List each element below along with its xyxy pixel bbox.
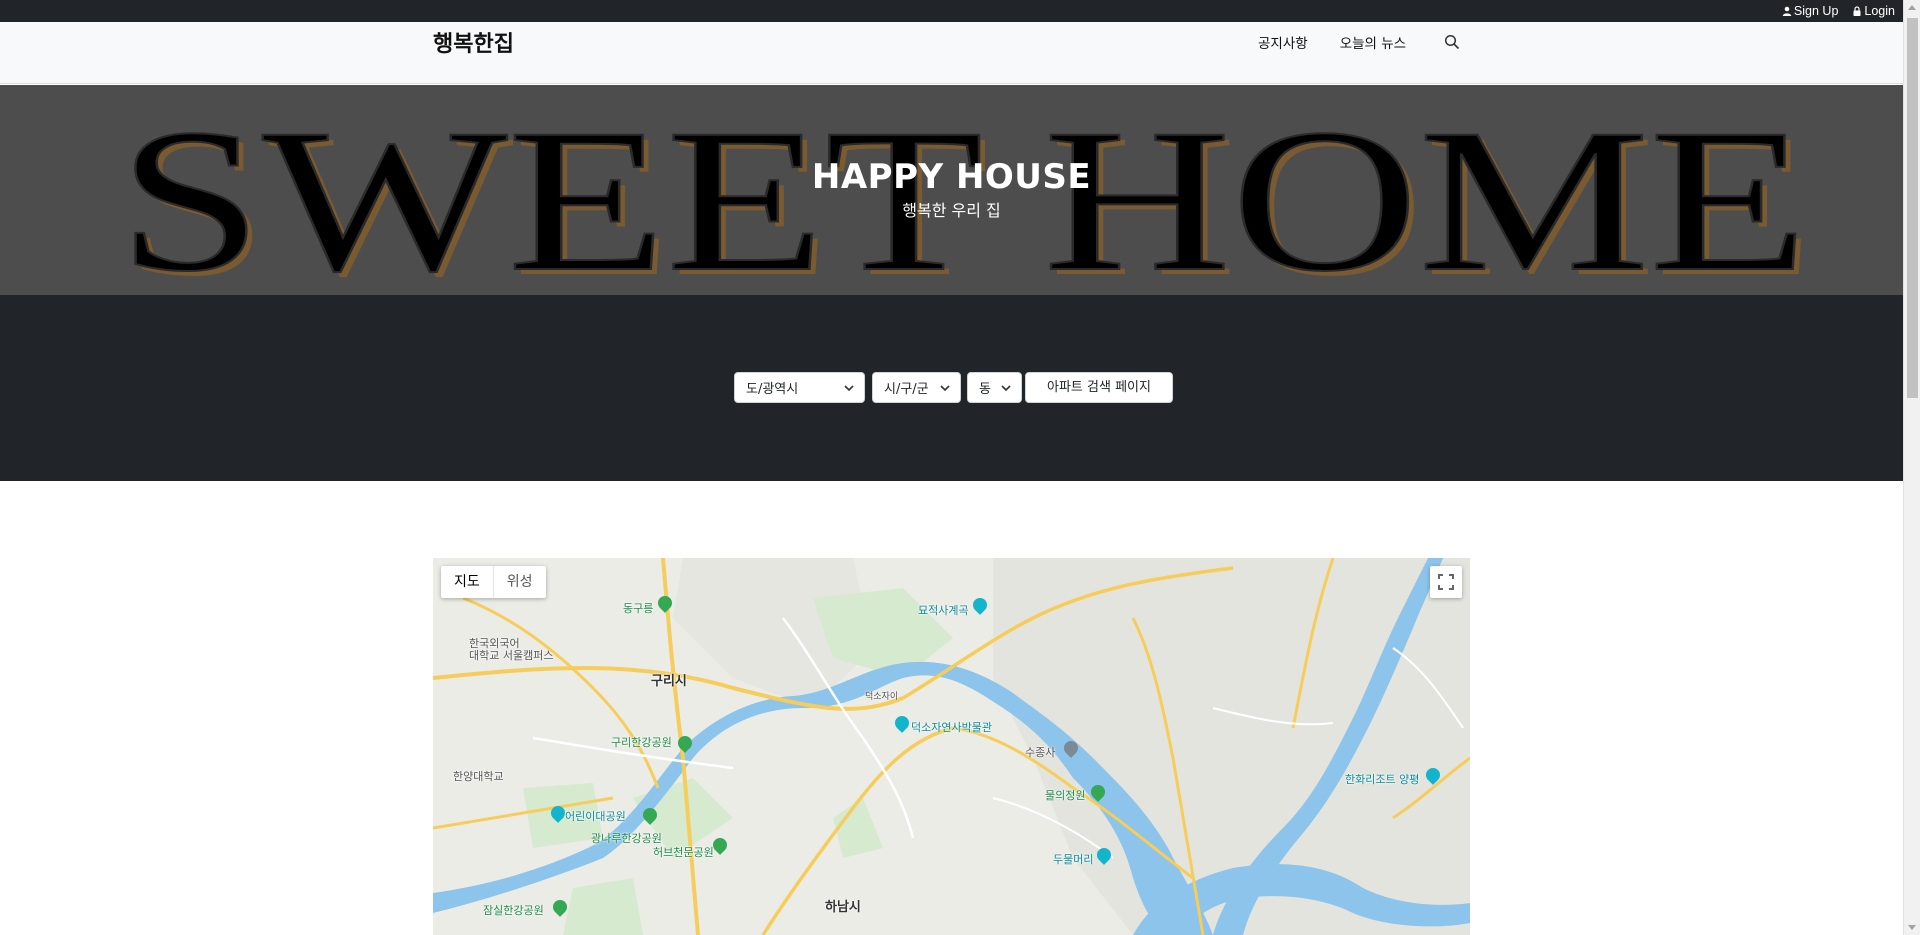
- signup-link[interactable]: Sign Up: [1782, 4, 1838, 18]
- hero-banner: SWEET HOME SWEET HOME HAPPY HOUSE 행복한 우리…: [0, 85, 1903, 295]
- map-label-myojeok: 묘적사계곡: [918, 604, 969, 617]
- map-label-hanwha: 한화리조트 양평: [1345, 773, 1420, 786]
- map-label-guri-park: 구리한강공원: [611, 736, 672, 749]
- page-scrollbar[interactable]: [1903, 0, 1920, 935]
- map-label-childrens-park: 어린이대공원: [565, 810, 626, 823]
- apartment-search-button[interactable]: 아파트 검색 페이지: [1025, 372, 1173, 403]
- nav-item-news[interactable]: 오늘의 뉴스: [1340, 32, 1406, 52]
- scroll-down-arrow-icon[interactable]: [1908, 925, 1916, 930]
- google-map[interactable]: 구리시 하남시 동구릉 구리한강공원 어린이대공원 광나루한강공원 허브천문공원…: [433, 558, 1470, 935]
- main-navbar: 행복한집 공지사항 오늘의 뉴스: [0, 22, 1903, 84]
- gugun-select[interactable]: 시/구/군: [872, 372, 961, 403]
- sido-select[interactable]: 도/광역시: [734, 372, 865, 403]
- user-icon: [1782, 6, 1792, 16]
- hero-subtitle: 행복한 우리 집: [902, 201, 1001, 220]
- dong-selected-value: 동: [979, 382, 991, 397]
- map-label-dongguneung: 동구릉: [623, 602, 654, 615]
- auth-links: Sign Up Login: [1782, 0, 1895, 22]
- map-label-gwangnaru-park: 광나루한강공원: [591, 832, 662, 845]
- signup-label: Sign Up: [1793, 4, 1839, 18]
- chevron-down-icon: [1001, 385, 1011, 392]
- search-section: 도/광역시 시/구/군 동 아파트 검색 페이지: [0, 295, 1903, 481]
- map-label-guri: 구리시: [651, 674, 687, 689]
- brand-logo[interactable]: 행복한집: [433, 26, 514, 58]
- hero-title: HAPPY HOUSE: [811, 157, 1092, 197]
- map-type-control: 지도 위성: [441, 566, 546, 598]
- map-label-mulsum: 물의정원: [1045, 789, 1086, 802]
- sido-selected-value: 도/광역시: [746, 382, 799, 397]
- map-type-satellite-button[interactable]: 위성: [494, 566, 546, 598]
- map-label-hanyang: 한양대학교: [453, 770, 504, 783]
- fullscreen-button[interactable]: [1430, 566, 1462, 598]
- chevron-down-icon: [844, 385, 854, 392]
- search-icon[interactable]: [1444, 34, 1460, 50]
- map-label-hanam: 하남시: [825, 900, 861, 915]
- map-label-sujongsa: 수종사: [1025, 746, 1056, 759]
- map-label-deokso-museum: 덕소자연사박물관: [911, 721, 992, 734]
- map-label-deokso-station: 덕소자이: [865, 692, 899, 702]
- map-label-heobeu-park: 허브천문공원: [653, 846, 714, 859]
- fullscreen-icon: [1438, 574, 1454, 590]
- dong-select[interactable]: 동: [967, 372, 1022, 403]
- map-label-hufs: 한국외국어 대학교 서울캠퍼스: [469, 637, 554, 662]
- scroll-up-arrow-icon[interactable]: [1908, 5, 1916, 10]
- gugun-selected-value: 시/구/군: [884, 382, 929, 397]
- page: Sign Up Login 행복한집 공지사항 오늘의 뉴스 SWEET HOM…: [0, 0, 1903, 935]
- top-utility-bar: Sign Up Login: [0, 0, 1903, 22]
- map-label-dumulmeori: 두물머리: [1053, 853, 1094, 866]
- login-label: Login: [1864, 4, 1895, 18]
- map-type-map-button[interactable]: 지도: [441, 566, 494, 598]
- nav-item-notice[interactable]: 공지사항: [1258, 32, 1308, 52]
- chevron-down-icon: [940, 385, 950, 392]
- lock-icon: [1853, 6, 1861, 16]
- map-label-jamsil-park: 잠실한강공원: [483, 904, 544, 917]
- login-link[interactable]: Login: [1852, 4, 1895, 18]
- scrollbar-thumb[interactable]: [1907, 18, 1918, 398]
- nav-menu: 공지사항 오늘의 뉴스: [1258, 32, 1460, 52]
